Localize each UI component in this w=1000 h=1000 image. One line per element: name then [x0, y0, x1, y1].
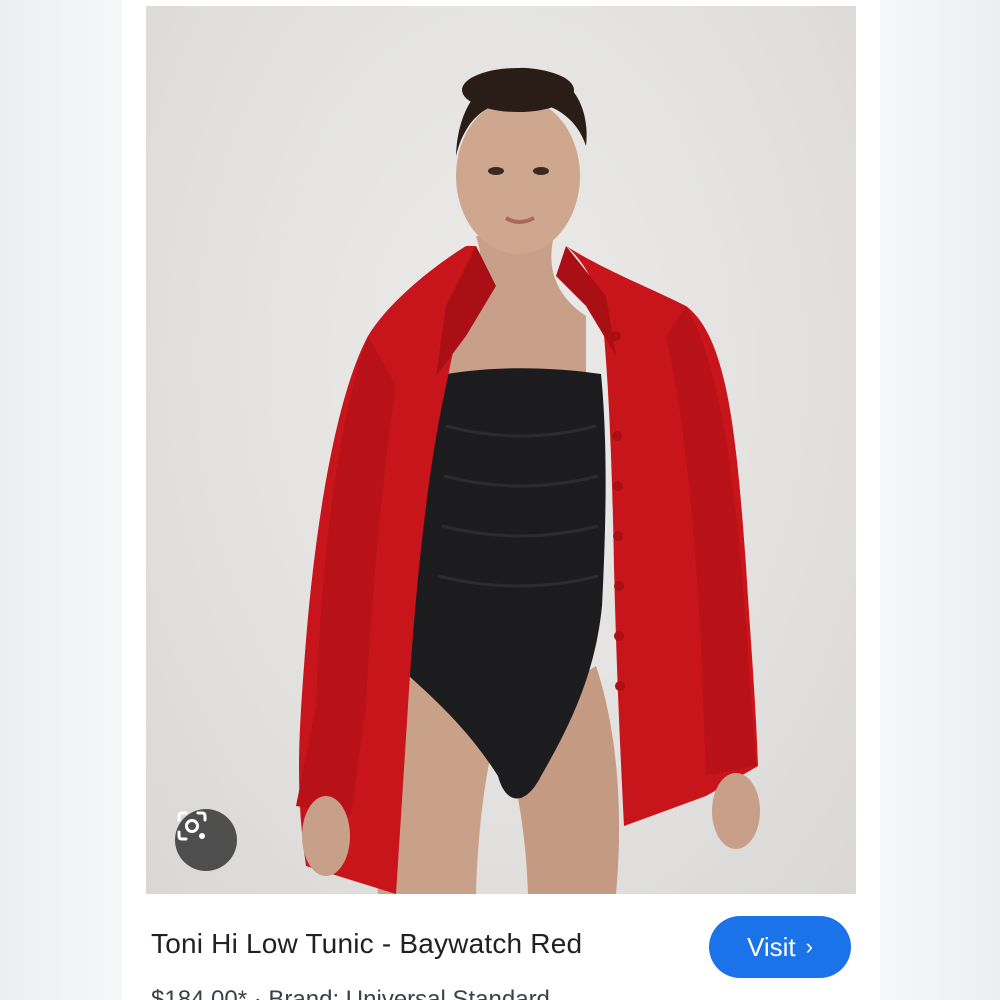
product-title[interactable]: Toni Hi Low Tunic - Baywatch Red	[151, 928, 582, 960]
chevron-right-icon: ›	[805, 934, 813, 959]
product-image[interactable]	[146, 6, 856, 894]
visit-button[interactable]: Visit ›	[709, 916, 851, 978]
price-brand-line: $184.00* · Brand: Universal Standard	[151, 986, 550, 1000]
model-illustration	[296, 67, 760, 894]
visit-label: Visit	[747, 931, 796, 962]
lens-search-button[interactable]	[175, 809, 237, 871]
result-card[interactable]: Toni Hi Low Tunic - Baywatch Red Visit ›…	[122, 0, 880, 1000]
